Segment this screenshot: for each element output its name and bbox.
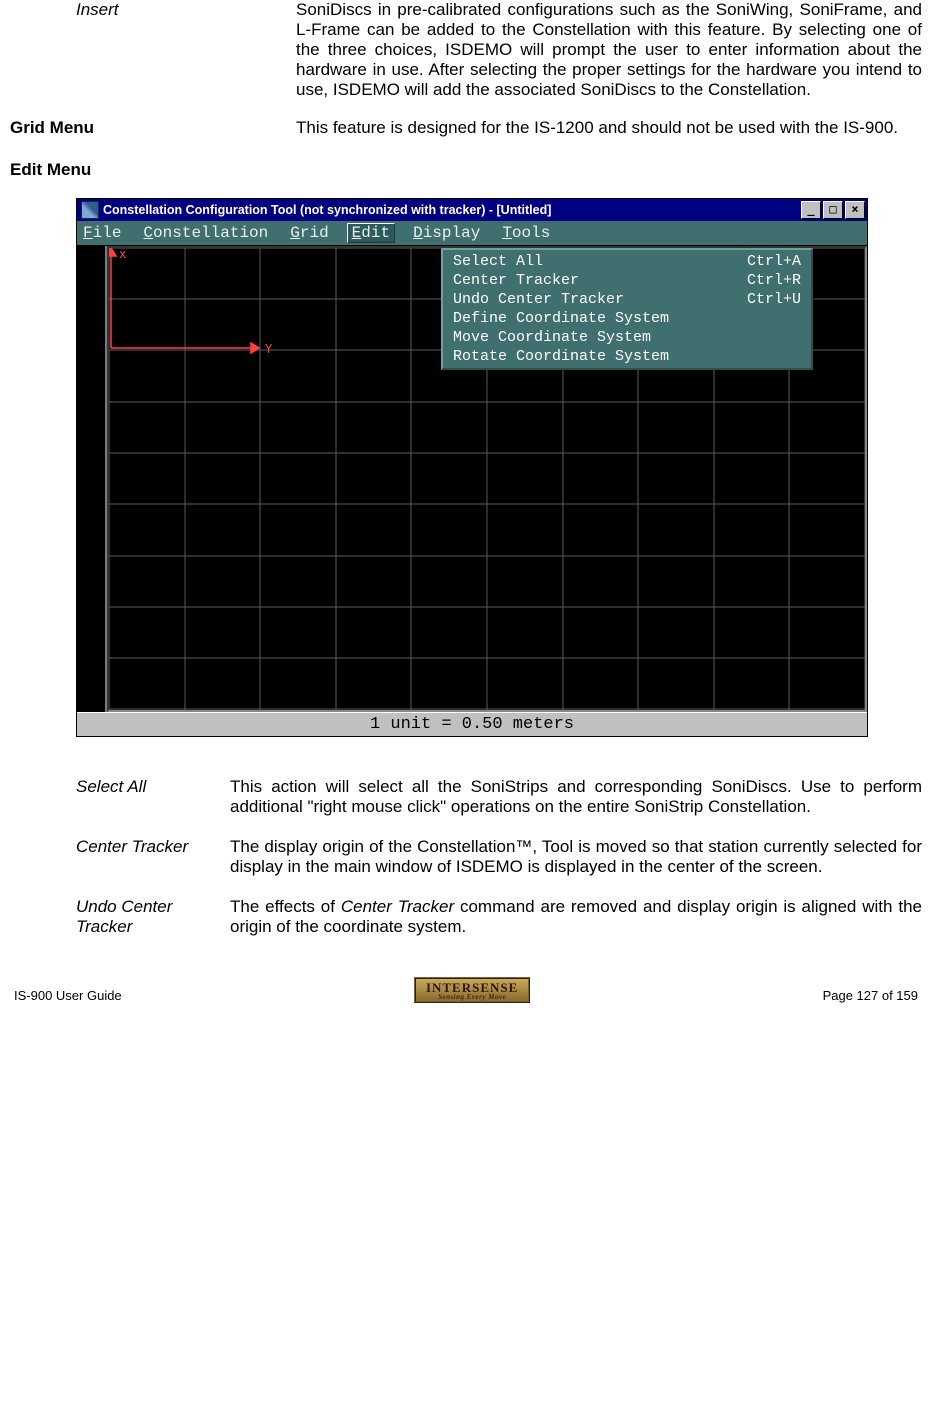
- menu-display[interactable]: Display: [413, 224, 480, 242]
- desc-undo-center-tracker: The effects of Center Tracker command ar…: [230, 897, 926, 937]
- term-select-all: Select All: [10, 777, 230, 817]
- menu-item-select-all[interactable]: Select AllCtrl+A: [443, 252, 811, 271]
- grid-canvas[interactable]: x Y Select AllCtrl+A Center TrackerCtrl+…: [107, 246, 867, 712]
- menu-item-center-tracker[interactable]: Center TrackerCtrl+R: [443, 271, 811, 290]
- system-menu-icon[interactable]: [81, 201, 99, 219]
- app-window-screenshot: Constellation Configuration Tool (not sy…: [76, 198, 926, 737]
- term-grid-menu: Grid Menu: [10, 118, 230, 138]
- heading-edit-menu: Edit Menu: [10, 160, 926, 180]
- desc-grid-menu: This feature is designed for the IS-1200…: [230, 118, 926, 138]
- footer-right: Page 127 of 159: [823, 988, 918, 1003]
- desc-center-tracker: The display origin of the Constellation™…: [230, 837, 926, 877]
- maximize-button[interactable]: □: [823, 201, 843, 219]
- logo-intersense: INTERSENSE Sensing Every Move: [414, 977, 530, 1003]
- desc-select-all: This action will select all the SoniStri…: [230, 777, 926, 817]
- menu-item-undo-center-tracker[interactable]: Undo Center TrackerCtrl+U: [443, 290, 811, 309]
- left-toolbar: [77, 246, 107, 712]
- menu-item-rotate-coord[interactable]: Rotate Coordinate System: [443, 347, 811, 366]
- close-button[interactable]: ×: [845, 201, 865, 219]
- menu-grid[interactable]: Grid: [290, 224, 328, 242]
- window-titlebar: Constellation Configuration Tool (not sy…: [77, 199, 867, 221]
- menu-item-define-coord[interactable]: Define Coordinate System: [443, 309, 811, 328]
- menu-tools[interactable]: Tools: [502, 224, 550, 242]
- desc-insert: SoniDiscs in pre-calibrated configuratio…: [230, 0, 926, 100]
- menubar: File Constellation Grid Edit Display Too…: [77, 221, 867, 246]
- footer-left: IS-900 User Guide: [14, 988, 122, 1003]
- status-bar: 1 unit = 0.50 meters: [77, 712, 867, 736]
- menu-constellation[interactable]: Constellation: [143, 224, 268, 242]
- menu-file[interactable]: File: [83, 224, 121, 242]
- edit-dropdown-menu: Select AllCtrl+A Center TrackerCtrl+R Un…: [441, 248, 813, 370]
- minimize-button[interactable]: _: [801, 201, 821, 219]
- term-undo-center-tracker: Undo Center Tracker: [10, 897, 230, 937]
- term-center-tracker: Center Tracker: [10, 837, 230, 877]
- window-title: Constellation Configuration Tool (not sy…: [103, 203, 799, 217]
- menu-edit[interactable]: Edit: [347, 223, 395, 243]
- menu-item-move-coord[interactable]: Move Coordinate System: [443, 328, 811, 347]
- term-insert: Insert: [10, 0, 230, 100]
